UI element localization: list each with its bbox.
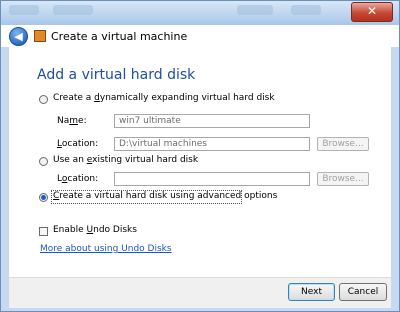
window-title: Create a virtual machine	[51, 30, 188, 43]
dialog-window: ✕ ◀ Create a virtual machine Add a virtu…	[0, 0, 400, 312]
page-title: Add a virtual hard disk	[37, 67, 196, 83]
existing-disk-label[interactable]: Use an existing virtual hard disk	[53, 155, 198, 165]
browse-existing-button[interactable]: Browse...	[317, 172, 369, 186]
background-glass-shape	[291, 5, 321, 15]
wizard-content: Add a virtual hard disk Create a dynamic…	[9, 47, 391, 277]
dynamic-disk-label[interactable]: Create a dynamically expanding virtual h…	[53, 93, 275, 103]
existing-disk-radio[interactable]	[39, 157, 48, 166]
enable-undo-disks-label[interactable]: Enable Undo Disks	[53, 225, 137, 235]
enable-undo-disks-checkbox[interactable]	[39, 227, 48, 236]
advanced-options-label[interactable]: Create a virtual hard disk using advance…	[53, 191, 277, 201]
back-button[interactable]: ◀	[9, 27, 28, 46]
wizard-header: ◀ Create a virtual machine	[1, 25, 399, 47]
existing-location-field[interactable]	[114, 172, 310, 186]
undo-disks-help-link[interactable]: More about using Undo Disks	[40, 244, 172, 254]
cancel-button[interactable]: Cancel	[339, 283, 387, 301]
close-icon: ✕	[366, 4, 378, 18]
background-glass-shape	[237, 5, 273, 15]
title-bar: ✕	[1, 1, 399, 25]
location-field[interactable]: D:\virtual machines	[114, 137, 310, 151]
name-field[interactable]: win7 ultimate	[114, 114, 310, 128]
virtual-machine-icon	[34, 30, 46, 42]
back-arrow-icon: ◀	[14, 30, 23, 43]
background-glass-shape	[53, 5, 93, 15]
wizard-footer: Next Cancel	[9, 277, 391, 308]
existing-location-label: Location:	[57, 174, 99, 184]
location-label: Location:	[57, 139, 99, 149]
advanced-options-radio[interactable]	[39, 193, 48, 202]
name-label: Name:	[57, 116, 87, 126]
background-glass-shape	[9, 5, 39, 15]
browse-button[interactable]: Browse...	[317, 137, 369, 151]
next-button[interactable]: Next	[288, 283, 335, 301]
dynamic-disk-radio[interactable]	[39, 95, 48, 104]
close-button[interactable]: ✕	[351, 2, 393, 22]
